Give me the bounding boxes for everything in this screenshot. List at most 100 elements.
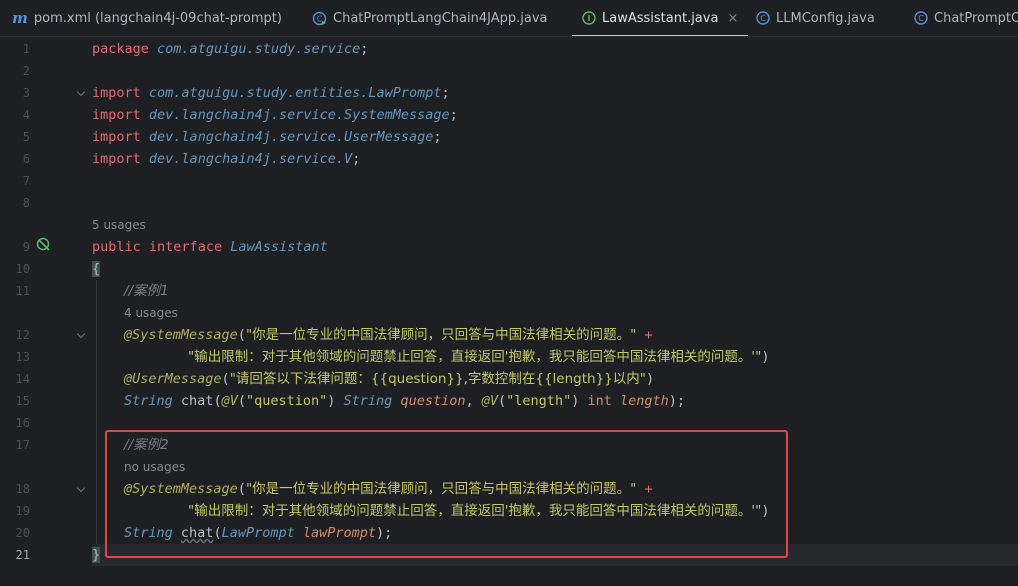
- usages-hint[interactable]: no usages: [124, 456, 185, 478]
- import-path: dev.langchain4j.service.SystemMessage: [148, 107, 450, 123]
- import-path: com.atguigu.study.entities.LawPrompt: [148, 85, 442, 101]
- gutter-line: 18: [0, 478, 90, 500]
- plus-operator: +: [644, 481, 653, 497]
- svg-text:C: C: [317, 14, 323, 23]
- fold-icon[interactable]: [76, 329, 86, 339]
- string-literal: "length": [506, 393, 572, 409]
- code-line-10: {: [92, 258, 101, 280]
- code-line-9: public interface LawAssistant: [92, 236, 328, 258]
- tab-label: ChatPromptLangChain4JApp.java: [333, 10, 548, 26]
- annotation: @V: [221, 393, 238, 409]
- code-line-3: import com.atguigu.study.entities.LawPro…: [92, 85, 450, 101]
- gutter-line: 11: [0, 280, 90, 302]
- method-name: chat: [180, 393, 214, 409]
- keyword: package: [92, 41, 149, 57]
- keyword: import: [92, 107, 141, 123]
- line-number: 1: [22, 42, 30, 56]
- code-line-20: String chat(LawPrompt lawPrompt);: [124, 525, 393, 541]
- code-line-18: @SystemMessage("你是一位专业的中国法律顾问，只回答与中国法律相关…: [124, 481, 653, 497]
- line-number: 16: [15, 416, 30, 430]
- type-name: String: [343, 393, 393, 409]
- tab-pom-xml[interactable]: m pom.xml (langchain4j-09chat-prompt): [12, 0, 282, 36]
- keyword: public: [92, 239, 141, 255]
- usages-hint[interactable]: 4 usages: [124, 302, 178, 324]
- string-literal: "请回答以下法律问题：{{question}},字数控制在{{length}}以…: [229, 371, 646, 387]
- line-number: 9: [22, 240, 30, 254]
- gutter-line: 3: [0, 82, 90, 104]
- line-number: 15: [15, 394, 30, 408]
- close-brace: }: [92, 547, 101, 563]
- parameter: question: [400, 393, 466, 409]
- class-icon: C: [914, 11, 928, 25]
- comment: //案例1: [124, 283, 169, 299]
- fold-icon[interactable]: [76, 87, 86, 97]
- code-line-4: import dev.langchain4j.service.SystemMes…: [92, 107, 458, 123]
- class-run-icon: C: [312, 11, 327, 26]
- gutter-line: 19: [0, 500, 90, 522]
- line-number: 17: [15, 438, 30, 452]
- line-number: 19: [15, 504, 30, 518]
- gutter-line: 21: [0, 544, 90, 566]
- string-literal: "输出限制：对于其他领域的问题禁止回答，直接返回'抱歉，我只能回答中国法律相关的…: [188, 503, 762, 519]
- line-number: 20: [15, 526, 30, 540]
- code-line-19: "输出限制：对于其他领域的问题禁止回答，直接返回'抱歉，我只能回答中国法律相关的…: [188, 503, 770, 519]
- line-number: 12: [15, 328, 30, 342]
- line-number: 11: [15, 284, 30, 298]
- line-number: 14: [15, 372, 30, 386]
- code-line-6: import dev.langchain4j.service.V;: [92, 151, 361, 167]
- package-name: com.atguigu.study.service: [157, 41, 361, 57]
- editor-tab-bar: m pom.xml (langchain4j-09chat-prompt) C …: [0, 0, 1018, 37]
- usages-hint[interactable]: 5 usages: [92, 214, 146, 236]
- annotation: @SystemMessage: [124, 481, 238, 497]
- gutter-line: 10: [0, 258, 90, 280]
- tab-label: LLMConfig.java: [776, 10, 875, 26]
- parameter: lawPrompt: [302, 525, 377, 541]
- code-line-14: @UserMessage("请回答以下法律问题：{{question}},字数控…: [124, 371, 655, 387]
- line-number: 3: [22, 86, 30, 100]
- open-brace: {: [92, 261, 101, 277]
- line-number: 21: [15, 548, 30, 562]
- gutter-line: 6: [0, 148, 90, 170]
- tab-chat-prompt-c[interactable]: C ChatPromptC: [914, 0, 1018, 36]
- tab-label: ChatPromptC: [934, 10, 1018, 26]
- tab-label: pom.xml (langchain4j-09chat-prompt): [33, 10, 282, 26]
- gutter-line: 14: [0, 368, 90, 390]
- tab-chat-prompt-app[interactable]: C ChatPromptLangChain4JApp.java: [312, 0, 548, 36]
- line-number: 13: [15, 350, 30, 364]
- parameter: length: [620, 393, 669, 409]
- fold-icon[interactable]: [76, 483, 86, 493]
- gutter-line: 1: [0, 38, 90, 60]
- type-name: String: [124, 525, 173, 541]
- annotation: @SystemMessage: [124, 327, 238, 343]
- current-line-highlight: [92, 544, 1018, 566]
- gutter-line: 17: [0, 434, 90, 456]
- string-literal: "输出限制：对于其他领域的问题禁止回答，直接返回'抱歉，我只能回答中国法律相关的…: [188, 349, 762, 365]
- gutter-line: 12: [0, 324, 90, 346]
- tab-law-assistant[interactable]: LawAssistant.java ×: [571, 0, 749, 36]
- implementation-marker-icon[interactable]: [36, 237, 52, 257]
- type-name: LawPrompt: [221, 525, 295, 541]
- string-literal: "question": [245, 393, 328, 409]
- class-icon: C: [756, 11, 770, 25]
- import-path: dev.langchain4j.service.V: [148, 151, 353, 167]
- line-number: 5: [22, 130, 30, 144]
- line-number: 10: [15, 262, 30, 276]
- code-editor[interactable]: 1 2 3 4 5 6 7 8 9 10 11 12 13 14 15 16 1…: [0, 37, 1018, 586]
- gutter-line: 15: [0, 390, 90, 412]
- tab-label: LawAssistant.java: [602, 10, 719, 26]
- comment: //案例2: [124, 437, 169, 453]
- code-line-1: package com.atguigu.study.service;: [92, 41, 369, 57]
- interface-name: LawAssistant: [230, 239, 328, 255]
- gutter-line: 8: [0, 192, 90, 214]
- svg-text:C: C: [760, 14, 766, 23]
- line-number: 18: [15, 482, 30, 496]
- code-line-12: @SystemMessage("你是一位专业的中国法律顾问，只回答与中国法律相关…: [124, 327, 653, 343]
- code-line-15: String chat(@V("question") String questi…: [124, 393, 686, 409]
- keyword: import: [92, 129, 141, 145]
- tab-llm-config[interactable]: C LLMConfig.java: [756, 0, 875, 36]
- keyword: interface: [148, 239, 223, 255]
- line-number: 7: [22, 174, 30, 188]
- gutter-line: 5: [0, 126, 90, 148]
- close-icon[interactable]: ×: [727, 11, 738, 26]
- line-number: 4: [22, 108, 30, 122]
